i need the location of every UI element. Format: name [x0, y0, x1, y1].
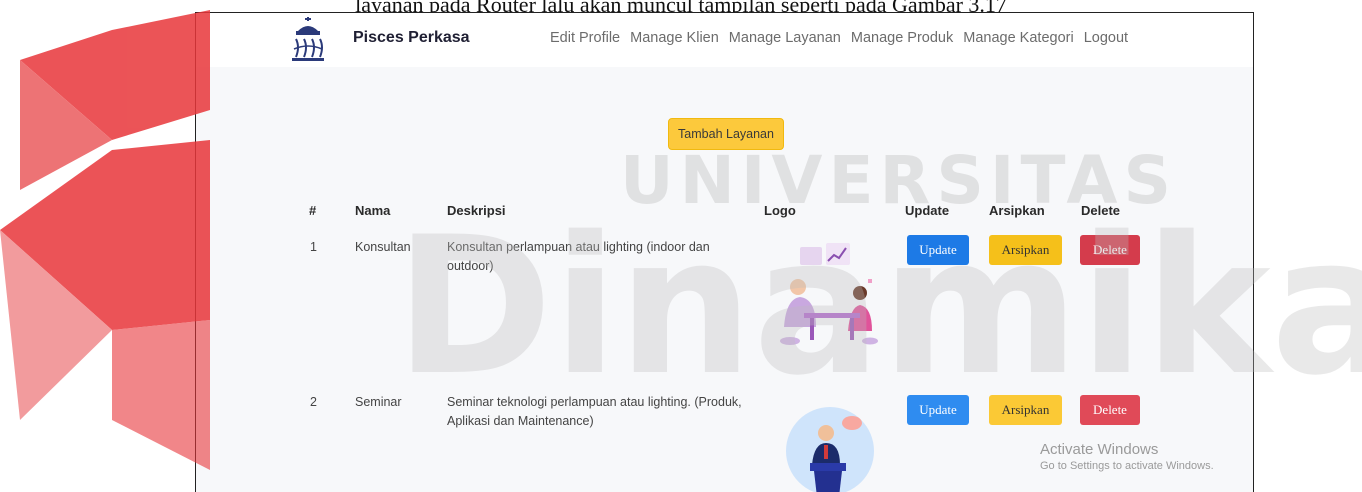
nav-logout[interactable]: Logout: [1084, 30, 1128, 46]
row-number: 1: [310, 240, 317, 254]
header-logo: Logo: [764, 203, 796, 218]
row-deskripsi-line1: Seminar teknologi perlampuan atau lighti…: [447, 395, 742, 409]
delete-button[interactable]: Delete: [1080, 395, 1140, 425]
update-button[interactable]: Update: [907, 395, 969, 425]
layanan-table: # Nama Deskripsi Logo Update Arsipkan De…: [300, 185, 1160, 492]
header-update: Update: [905, 203, 950, 218]
browser-window: Pisces Perkasa Edit Profile Manage Klien…: [195, 12, 1254, 492]
row-nama: Konsultan: [355, 240, 411, 254]
row-deskripsi-line2: outdoor): [447, 259, 494, 273]
arsipkan-button[interactable]: Arsipkan: [989, 395, 1062, 425]
nav-manage-produk[interactable]: Manage Produk: [851, 30, 953, 46]
arsipkan-button[interactable]: Arsipkan: [989, 235, 1062, 265]
row-deskripsi-line2: Aplikasi dan Maintenance): [447, 414, 594, 428]
header-nama: Nama: [355, 203, 391, 218]
row-deskripsi-line1: Konsultan perlampuan atau lighting (indo…: [447, 240, 710, 254]
seminar-speaker-illustration-icon: [786, 407, 874, 492]
brand-name[interactable]: Pisces Perkasa: [353, 29, 470, 47]
consultation-illustration-icon: [780, 243, 878, 345]
nav-edit-profile[interactable]: Edit Profile: [550, 30, 620, 46]
main-content: Tambah Layanan # Nama Deskripsi Logo Upd…: [196, 67, 1253, 492]
header-arsipkan: Arsipkan: [989, 203, 1045, 218]
pisces-logo-icon[interactable]: [282, 15, 334, 63]
nav-manage-kategori[interactable]: Manage Kategori: [963, 30, 1073, 46]
nav-manage-klien[interactable]: Manage Klien: [630, 30, 719, 46]
nav-manage-layanan[interactable]: Manage Layanan: [729, 30, 841, 46]
delete-button[interactable]: Delete: [1080, 235, 1140, 265]
navbar: Pisces Perkasa Edit Profile Manage Klien…: [196, 13, 1253, 67]
activate-windows-notice: Activate Windows Go to Settings to activ…: [1040, 441, 1214, 472]
row-nama: Seminar: [355, 395, 402, 409]
activate-windows-subtitle: Go to Settings to activate Windows.: [1040, 460, 1214, 472]
update-button[interactable]: Update: [907, 235, 969, 265]
nav-links: Edit Profile Manage Klien Manage Layanan…: [550, 30, 1138, 46]
row-number: 2: [310, 395, 317, 409]
dinamika-logo-icon: [0, 10, 210, 470]
header-delete: Delete: [1081, 203, 1121, 218]
tambah-layanan-button[interactable]: Tambah Layanan: [668, 118, 784, 150]
header-deskripsi: Deskripsi: [447, 203, 506, 218]
header-no: #: [309, 203, 317, 218]
activate-windows-title: Activate Windows: [1040, 441, 1159, 458]
